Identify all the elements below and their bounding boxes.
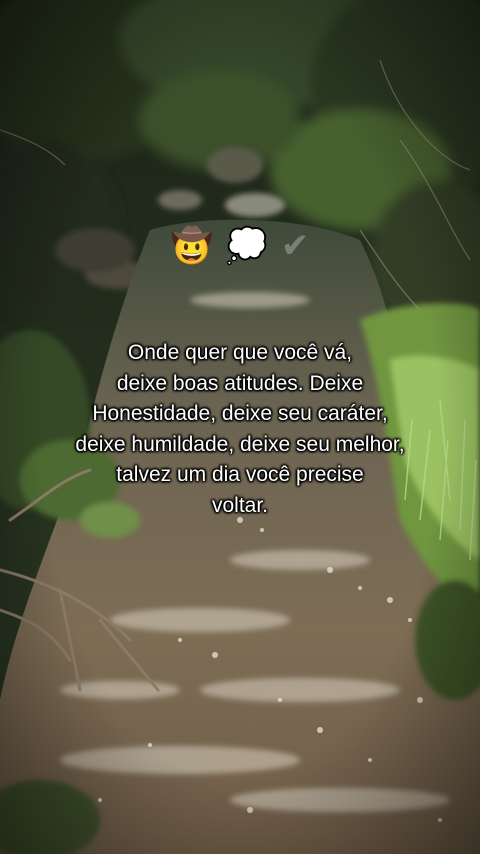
vignette: [0, 0, 480, 854]
video-frame: 🤠 💭 ✔ Onde quer que você vá, deixe boas …: [0, 0, 480, 854]
creek-scene: [0, 0, 480, 854]
